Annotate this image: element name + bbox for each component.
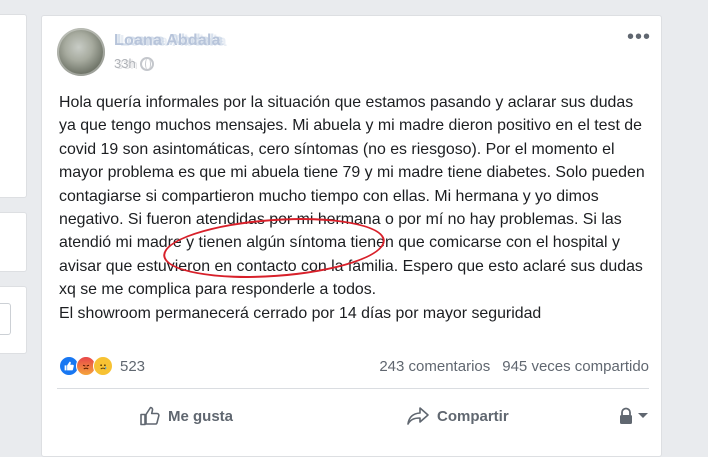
left-sidebar-card [0,14,27,198]
chevron-down-icon [637,412,649,420]
post-meta: 33h [114,56,154,71]
post-card: Loana Abdala 33h ••• Hola quería informa… [41,15,662,457]
left-sidebar-card [0,286,27,354]
divider [57,388,649,389]
lock-icon [618,407,634,425]
action-bar: Me gusta Compartir [57,399,649,433]
timestamp[interactable]: 33h [114,56,136,71]
reactions-summary[interactable]: 523 [59,356,145,376]
like-icon [139,406,161,426]
post-paragraph: El showroom permanecerá cerrado por 14 d… [59,304,542,322]
share-icon [406,406,430,426]
post-text: Hola quería informales por la situación … [59,91,651,325]
post-stats: 523 243 comentarios 945 veces compartido [59,353,649,379]
left-sidebar-card [0,212,27,272]
share-label: Compartir [437,407,509,425]
sidebar-input[interactable] [0,303,11,335]
avatar[interactable] [57,28,105,76]
share-button[interactable]: Compartir [406,406,509,426]
like-label: Me gusta [168,407,234,425]
globe-icon [139,56,154,71]
author-name[interactable]: Loana Abdala [114,32,221,50]
audience-selector[interactable] [618,407,649,425]
post-paragraph: Hola quería informales por la situación … [59,94,645,299]
like-button[interactable]: Me gusta [139,406,233,426]
comments-count[interactable]: 243 comentarios [379,358,490,375]
shares-count[interactable]: 945 veces compartido [502,358,649,375]
more-options-icon[interactable]: ••• [627,27,651,47]
sad-reaction-icon [93,356,113,376]
reactions-count[interactable]: 523 [120,358,145,375]
